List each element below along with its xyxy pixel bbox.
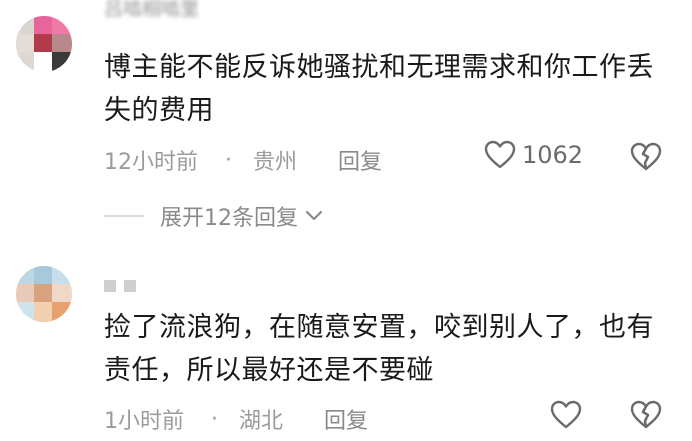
comment-meta: 1小时前 · 湖北 回复 xyxy=(104,403,368,435)
dislike-button[interactable] xyxy=(630,400,662,434)
username[interactable]: 吕啮相啮里 xyxy=(104,0,199,21)
reply-button[interactable]: 回复 xyxy=(324,403,368,435)
avatar[interactable] xyxy=(16,16,72,72)
comment-meta: 12小时前 · 贵州 回复 xyxy=(104,144,382,176)
like-button[interactable] xyxy=(550,400,582,430)
like-heart-icon xyxy=(550,400,582,429)
expand-replies-button[interactable]: 展开12条回复 xyxy=(104,200,324,232)
avatar[interactable] xyxy=(16,266,72,322)
separator-dot: · xyxy=(225,147,232,173)
dislike-broken-heart-icon xyxy=(630,400,662,429)
divider-line xyxy=(104,215,144,217)
dislike-button[interactable] xyxy=(630,142,662,176)
reply-button[interactable]: 回复 xyxy=(338,144,382,176)
comment-location: 湖北 xyxy=(239,409,284,434)
comment-time: 12小时前 xyxy=(104,150,198,175)
comment-time: 1小时前 xyxy=(104,409,184,434)
like-count: 1062 xyxy=(522,141,584,169)
comment-location: 贵州 xyxy=(253,150,298,175)
pixelated-block xyxy=(104,279,116,292)
like-heart-icon xyxy=(484,140,516,169)
dislike-broken-heart-icon xyxy=(630,142,662,171)
comment-item: 捡了流浪狗，在随意安置，咬到别人了，也有责任，所以最好还是不要碰 1小时前 · … xyxy=(0,250,692,441)
like-button[interactable]: 1062 xyxy=(484,140,583,170)
comment-text: 博主能不能反诉她骚扰和无理需求和你工作丢失的费用 xyxy=(104,52,654,126)
comment-item: 吕啮相啮里 博主能不能反诉她骚扰和无理需求和你工作丢失的费用 12小时前 · 贵… xyxy=(0,0,692,250)
pixelated-block xyxy=(124,279,136,292)
username-obscured[interactable] xyxy=(104,274,144,296)
chevron-down-icon xyxy=(305,210,323,221)
separator-dot: · xyxy=(211,406,218,432)
comment-text: 捡了流浪狗，在随意安置，咬到别人了，也有责任，所以最好还是不要碰 xyxy=(104,312,654,386)
expand-replies-label: 展开12条回复 xyxy=(160,206,298,231)
